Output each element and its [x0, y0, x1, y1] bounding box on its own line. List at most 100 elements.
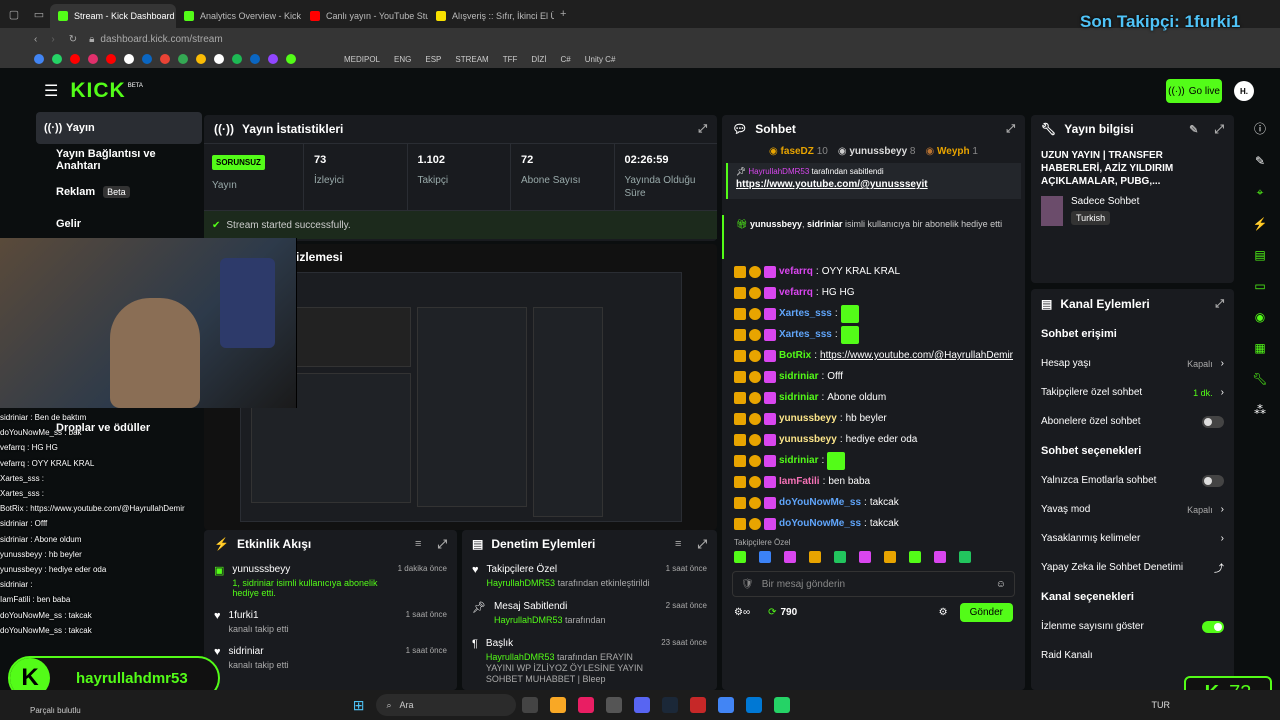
pinned-link[interactable]: https://www.youtube.com/@yunussseyit [736, 179, 1013, 190]
chat-message[interactable]: yunussbeyy: hediye eder oda [722, 429, 1025, 450]
chat-message[interactable]: vefarrq: OYY KRAL KRAL [722, 261, 1025, 282]
bookmark-folder[interactable]: TFF [503, 55, 518, 64]
bookmark-folder[interactable]: C# [561, 55, 571, 64]
chat-message[interactable]: yunussbeyy: hb beyler [722, 408, 1025, 429]
opera-icon[interactable] [690, 697, 707, 713]
broadcast-icon[interactable]: ◉ [1255, 310, 1265, 324]
bookmark-folder[interactable]: Unity C# [585, 55, 616, 64]
top-gifter[interactable]: ◉ yunussbeyy 8 [838, 146, 916, 157]
task-view-icon[interactable] [522, 697, 539, 713]
chat-message[interactable]: IamFatili: ben baba [722, 471, 1025, 492]
new-tab-icon[interactable]: + [560, 8, 566, 20]
chat-message[interactable]: sidriniar: Abone oldum [722, 387, 1025, 408]
channel-action-row[interactable]: Abonelere özel sohbet [1031, 407, 1234, 436]
info-icon[interactable]: ⓘ [1254, 120, 1266, 137]
channel-action-row[interactable]: İzlenme sayısını göster [1031, 612, 1234, 641]
channel-action-row[interactable]: Yapay Zeka ile Sohbet Denetimi ⤴ [1031, 553, 1234, 582]
chat-username[interactable]: vefarrq [779, 266, 813, 277]
chat-username[interactable]: sidriniar [779, 455, 818, 466]
chat-message[interactable]: vefarrq: HG HG [722, 282, 1025, 303]
expand-icon[interactable]: ⤢ [697, 537, 707, 552]
category-name[interactable]: Sadece Sohbet [1071, 196, 1139, 207]
expand-icon[interactable]: ⤢ [1214, 122, 1224, 137]
chat-username[interactable]: doYouNowMe_ss [779, 497, 861, 508]
bookmark-folder[interactable]: STREAM [455, 55, 488, 64]
chat-message[interactable]: sidriniar: [722, 450, 1025, 471]
wrench-icon[interactable]: 🔧︎ [1252, 372, 1267, 386]
chat-username[interactable]: Xartes_sss [779, 308, 832, 319]
apps-icon[interactable]: ⁂ [1254, 403, 1266, 417]
chat-username[interactable]: vefarrq [779, 287, 813, 298]
chat-username[interactable]: IamFatili [779, 476, 820, 487]
browser-tab[interactable]: Canlı yayın - YouTube Stud [302, 4, 428, 28]
chat-message[interactable]: sidriniar: Offf [722, 366, 1025, 387]
chat-icon[interactable]: ▭ [1254, 279, 1265, 293]
lightning-icon[interactable]: ⚡ [1253, 217, 1268, 231]
filter-icon[interactable]: ≡ [675, 538, 681, 550]
pinned-message[interactable]: 📌︎ HayrullahDMR53 tarafından sabitlendi … [726, 163, 1021, 199]
expand-icon[interactable]: ⤢ [437, 537, 447, 552]
sidebar-item[interactable]: ((·)) Yayın [36, 112, 202, 144]
back-icon[interactable]: ‹ [34, 34, 37, 45]
window-menu-icon[interactable]: ▢ [0, 8, 28, 21]
url-field[interactable]: dashboard.kick.com/stream [100, 34, 222, 45]
filter-icon[interactable]: ≡ [415, 538, 421, 550]
chat-input[interactable]: 🛡︎ Bir mesaj gönderin ☺ [732, 571, 1015, 597]
taskbar-search[interactable]: ⌕ Ara [376, 694, 517, 716]
chat-message[interactable]: BotRix: https://www.youtube.com/@Hayrulla… [722, 345, 1025, 366]
sidebar-item[interactable]: Gelir [36, 208, 202, 240]
chat-username[interactable]: BotRix [779, 350, 811, 361]
menu-icon[interactable]: ☰ [44, 81, 58, 101]
browser-tab[interactable]: Alışveriş :: Sıfır, İkinci El Ürü [428, 4, 554, 28]
edge-icon[interactable] [746, 697, 763, 713]
expand-icon[interactable]: ⤢ [1006, 123, 1015, 136]
browser-tab[interactable]: Stream - Kick Dashboard [50, 4, 176, 28]
emoji-icon[interactable]: ☺ [996, 579, 1006, 590]
chat-username[interactable]: Xartes_sss [779, 329, 832, 340]
language-indicator[interactable]: TUR [1152, 700, 1171, 710]
bookmark-folder[interactable]: MEDIPOL [344, 55, 380, 64]
avatar[interactable]: H. [1234, 81, 1254, 101]
channel-action-row[interactable]: Hesap yaşı Kapalı › [1031, 349, 1234, 378]
browser-tab[interactable]: Analytics Overview - Kick [176, 4, 302, 28]
toggle-switch[interactable] [1202, 620, 1224, 633]
channel-action-row[interactable]: Yalnızca Emotlarla sohbet [1031, 466, 1234, 495]
channel-action-row[interactable]: Takipçilere özel sohbet 1 dk. › [1031, 378, 1234, 407]
bookmark-folder[interactable]: ESP [425, 55, 441, 64]
target-icon[interactable]: ⌖ [1257, 185, 1264, 200]
channel-action-row[interactable]: Yavaş mod Kapalı › [1031, 495, 1234, 524]
chat-message[interactable]: Xartes_sss: [722, 324, 1025, 345]
chat-settings-icon[interactable]: ⚙ [939, 607, 948, 618]
windows-start-icon[interactable]: ⊞ [353, 697, 365, 714]
obs-icon[interactable] [606, 697, 623, 713]
chat-username[interactable]: sidriniar [779, 392, 818, 403]
sidebar-item[interactable]: Reklam Beta [36, 176, 202, 208]
bookmark-folder[interactable]: DİZİ [531, 55, 546, 64]
chat-message[interactable]: Xartes_sss: [722, 303, 1025, 324]
bookmark-folder[interactable]: ENG [394, 55, 411, 64]
steam-icon[interactable] [662, 697, 679, 713]
kick-logo[interactable]: KICK [70, 79, 125, 103]
chat-username[interactable]: doYouNowMe_ss [779, 518, 861, 529]
top-gifter[interactable]: ◉ Weyph 1 [925, 146, 977, 157]
toggle-switch[interactable] [1202, 474, 1224, 487]
expand-icon[interactable]: ⤢ [1215, 298, 1224, 311]
sidebar-item[interactable]: Yayın Bağlantısı ve Anahtarı [36, 144, 202, 176]
stream-preview[interactable] [240, 272, 682, 522]
chat-username[interactable]: yunussbeyy [779, 413, 837, 424]
settings-icon[interactable]: ⚙∞ [734, 607, 750, 618]
channel-action-row[interactable]: Yasaklanmış kelimeler › [1031, 524, 1234, 553]
go-live-button[interactable]: ((·)) Go live [1166, 79, 1222, 103]
reload-icon[interactable]: ↻ [69, 34, 77, 45]
top-gifter[interactable]: ◉ faseDZ 10 [769, 146, 828, 157]
music-icon[interactable] [578, 697, 595, 713]
chat-message[interactable]: doYouNowMe_ss: takcak [722, 492, 1025, 513]
explorer-icon[interactable] [550, 697, 567, 713]
edit-icon[interactable]: ✎ [1189, 123, 1198, 136]
edit-icon[interactable]: ✎ [1255, 154, 1265, 168]
chrome-icon[interactable] [718, 697, 735, 713]
send-button[interactable]: Gönder [959, 603, 1013, 622]
chat-message[interactable]: doYouNowMe_ss: takcak [722, 513, 1025, 534]
whatsapp-icon[interactable] [774, 697, 791, 713]
tab-list-icon[interactable]: ▭ [28, 8, 50, 21]
